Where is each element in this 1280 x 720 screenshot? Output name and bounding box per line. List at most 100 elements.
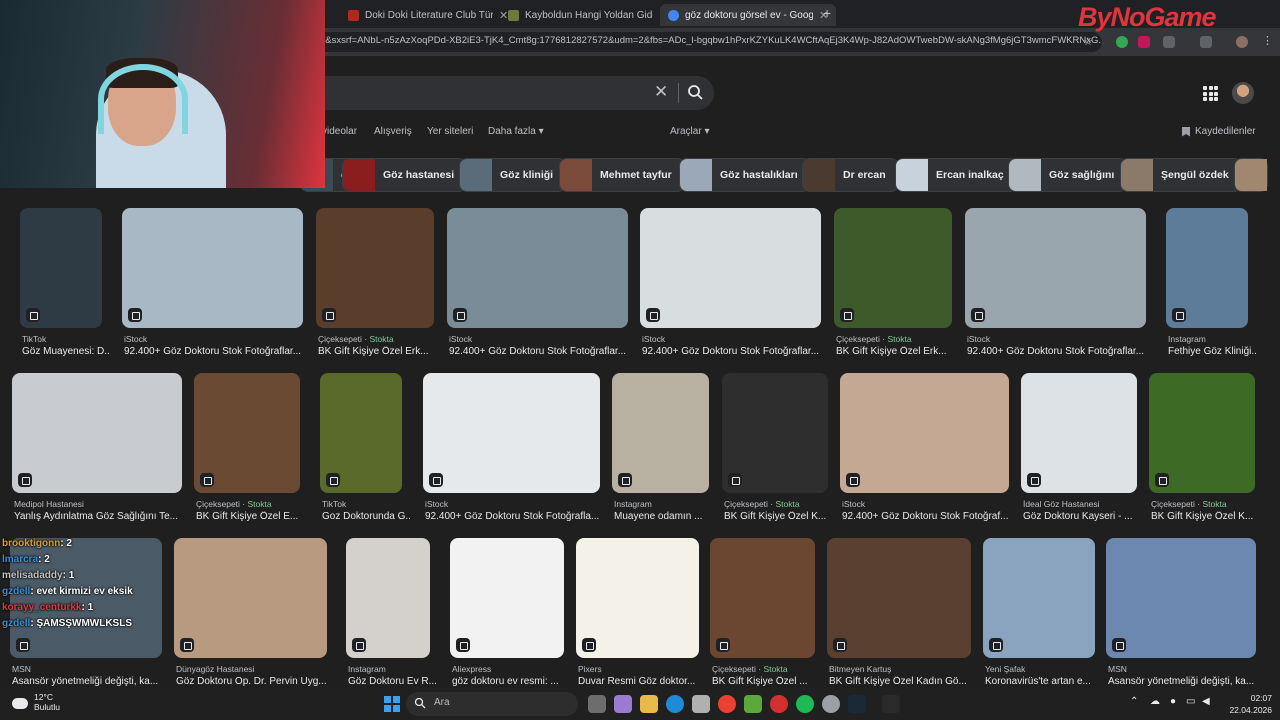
result-title[interactable]: BK Gift Kişiye Özel E... bbox=[196, 511, 308, 522]
search-input[interactable]: ✕ bbox=[318, 76, 714, 110]
result-thumbnail[interactable] bbox=[423, 373, 600, 493]
taskbar-search[interactable]: Ara bbox=[406, 692, 578, 716]
result-source[interactable]: iStock bbox=[425, 499, 602, 509]
chip[interactable]: Mehmet tayfur bbox=[559, 158, 685, 192]
result-thumbnail[interactable] bbox=[1106, 538, 1256, 658]
result-thumbnail[interactable] bbox=[710, 538, 815, 658]
result-title[interactable]: Göz Doktoru Op. Dr. Pervin Uyg... bbox=[176, 676, 335, 687]
new-tab-plus-icon[interactable]: + bbox=[823, 5, 831, 21]
bookmark-star-icon[interactable]: ☆ bbox=[1083, 35, 1093, 48]
result-source[interactable]: Çiçeksepeti · Stokta bbox=[318, 334, 468, 344]
nvidia-icon[interactable] bbox=[744, 695, 762, 713]
result-source[interactable]: Çiçeksepeti · Stokta bbox=[836, 334, 986, 344]
result-title[interactable]: 92.400+ Göz Doktoru Stok Fotoğraflar... bbox=[642, 346, 829, 357]
result-title[interactable]: Asansör yönetmeliği değişti, ka... bbox=[12, 676, 170, 687]
result-thumbnail[interactable] bbox=[320, 373, 402, 493]
result-thumbnail[interactable] bbox=[1021, 373, 1137, 493]
address-bar[interactable]: o&sxsrf=ANbL-n5zAzXoqPDd-XB2iE3-TjK4_Cmt… bbox=[312, 32, 1102, 52]
edge-icon[interactable] bbox=[666, 695, 684, 713]
filter-shopping[interactable]: Alışveriş bbox=[374, 126, 412, 137]
search-icon[interactable] bbox=[684, 81, 706, 103]
result-source[interactable]: iStock bbox=[449, 334, 630, 344]
chip[interactable]: Şengül özdek bbox=[1120, 158, 1242, 192]
result-thumbnail[interactable] bbox=[20, 208, 102, 328]
system-clock[interactable]: 02:07 22.04.2026 bbox=[1228, 692, 1272, 716]
saved-button[interactable]: Kaydedilenler bbox=[1182, 126, 1256, 137]
result-thumbnail[interactable] bbox=[346, 538, 430, 658]
result-thumbnail[interactable] bbox=[965, 208, 1146, 328]
result-source[interactable]: Bitmeyen Kartuş bbox=[829, 664, 979, 674]
chip[interactable]: Göz hastanesi bbox=[342, 158, 468, 192]
result-thumbnail[interactable] bbox=[316, 208, 434, 328]
profile-icon[interactable] bbox=[1236, 36, 1248, 48]
result-source[interactable]: iStock bbox=[842, 499, 1011, 509]
result-title[interactable]: 92.400+ Göz Doktoru Stok Fotoğrafla... bbox=[425, 511, 608, 522]
result-title[interactable]: Göz Doktoru Ev R... bbox=[348, 676, 438, 687]
volume-icon[interactable]: ◀ bbox=[1202, 696, 1210, 707]
obs-icon[interactable] bbox=[822, 695, 840, 713]
tab-doki-doki[interactable]: Doki Doki Literature Club Türkçe ✕ bbox=[340, 4, 516, 26]
bookmarks-icon[interactable] bbox=[1200, 36, 1212, 48]
epic-games-icon[interactable] bbox=[882, 695, 900, 713]
opera-icon[interactable] bbox=[770, 695, 788, 713]
google-apps-icon[interactable] bbox=[1203, 86, 1218, 101]
filter-videos[interactable]: videolar bbox=[322, 126, 357, 137]
onedrive-cloud-icon[interactable]: ☁ bbox=[1150, 696, 1160, 707]
result-title[interactable]: Duvar Resmi Göz doktor... bbox=[578, 676, 707, 687]
result-title[interactable]: 92.400+ Göz Doktoru Stok Fotoğraf... bbox=[842, 511, 1017, 522]
result-thumbnail[interactable] bbox=[983, 538, 1095, 658]
extensions-puzzle-icon[interactable] bbox=[1163, 36, 1175, 48]
network-icon[interactable]: ▭ bbox=[1186, 696, 1195, 707]
avatar[interactable] bbox=[1232, 82, 1254, 104]
result-title[interactable]: 92.400+ Göz Doktoru Stok Fotoğraflar... bbox=[967, 346, 1154, 357]
result-thumbnail[interactable] bbox=[12, 373, 182, 493]
chrome-icon[interactable] bbox=[718, 695, 736, 713]
result-source[interactable]: Dünyagöz Hastanesi bbox=[176, 664, 329, 674]
chevron-up-icon[interactable]: ⌃ bbox=[1130, 696, 1138, 707]
result-title[interactable]: BK Gift Kişiye Özel K... bbox=[1151, 511, 1263, 522]
result-title[interactable]: Göz Doktoru Kayseri - ... bbox=[1023, 511, 1145, 522]
result-source[interactable]: iStock bbox=[967, 334, 1148, 344]
result-title[interactable]: 92.400+ Göz Doktoru Stok Fotoğraflar... bbox=[124, 346, 311, 357]
result-thumbnail[interactable] bbox=[194, 373, 300, 493]
result-source[interactable]: Çiçeksepeti · Stokta bbox=[1151, 499, 1280, 509]
result-thumbnail[interactable] bbox=[122, 208, 303, 328]
filter-more[interactable]: Daha fazla ▾ bbox=[488, 126, 544, 137]
result-thumbnail[interactable] bbox=[827, 538, 971, 658]
result-title[interactable]: BK Gift Kişiye Özel Erk... bbox=[836, 346, 960, 357]
result-source[interactable]: Instagram bbox=[1168, 334, 1280, 344]
result-thumbnail[interactable] bbox=[450, 538, 564, 658]
result-source[interactable]: iStock bbox=[124, 334, 305, 344]
tab-kayboldun[interactable]: Kayboldun Hangi Yoldan Gideri ✕ bbox=[500, 4, 676, 26]
chip[interactable]: Göz hastalıkları bbox=[679, 158, 811, 192]
weather-widget[interactable]: 12°C Bulutlu bbox=[12, 692, 60, 712]
tab-google-search[interactable]: göz doktoru görsel ev - Google ✕ bbox=[660, 4, 837, 26]
menu-dots-icon[interactable]: ⋮ bbox=[1262, 34, 1274, 47]
result-title[interactable]: Fethiye Göz Kliniği... bbox=[1168, 346, 1256, 357]
result-thumbnail[interactable] bbox=[576, 538, 699, 658]
result-thumbnail[interactable] bbox=[834, 208, 952, 328]
copilot-icon[interactable] bbox=[614, 695, 632, 713]
chip[interactable] bbox=[1234, 158, 1268, 192]
result-thumbnail[interactable] bbox=[840, 373, 1009, 493]
chip[interactable]: Göz sağlığını bbox=[1008, 158, 1128, 192]
result-thumbnail[interactable] bbox=[1166, 208, 1248, 328]
store-icon[interactable] bbox=[692, 695, 710, 713]
result-title[interactable]: Muayene odamın ... bbox=[614, 511, 717, 522]
file-explorer-icon[interactable] bbox=[640, 695, 658, 713]
result-thumbnail[interactable] bbox=[174, 538, 327, 658]
result-title[interactable]: Göz Muayenesi: D... bbox=[22, 346, 110, 357]
task-view-icon[interactable] bbox=[588, 695, 606, 713]
extension-icon[interactable] bbox=[1138, 36, 1150, 48]
result-source[interactable]: MSN bbox=[12, 664, 164, 674]
tools-button[interactable]: Araçlar ▾ bbox=[670, 126, 709, 137]
result-thumbnail[interactable] bbox=[447, 208, 628, 328]
steam-icon[interactable] bbox=[848, 695, 866, 713]
chip[interactable]: Dr ercan bbox=[802, 158, 899, 192]
result-title[interactable]: Yanlış Aydınlatma Göz Sağlığını Te... bbox=[14, 511, 190, 522]
microphone-icon[interactable]: ● bbox=[1170, 696, 1176, 707]
result-thumbnail[interactable] bbox=[1149, 373, 1255, 493]
result-source[interactable]: iStock bbox=[642, 334, 823, 344]
chip[interactable]: Ercan inalkaç bbox=[895, 158, 1017, 192]
result-title[interactable]: göz doktoru ev resmi: ... bbox=[452, 676, 572, 687]
